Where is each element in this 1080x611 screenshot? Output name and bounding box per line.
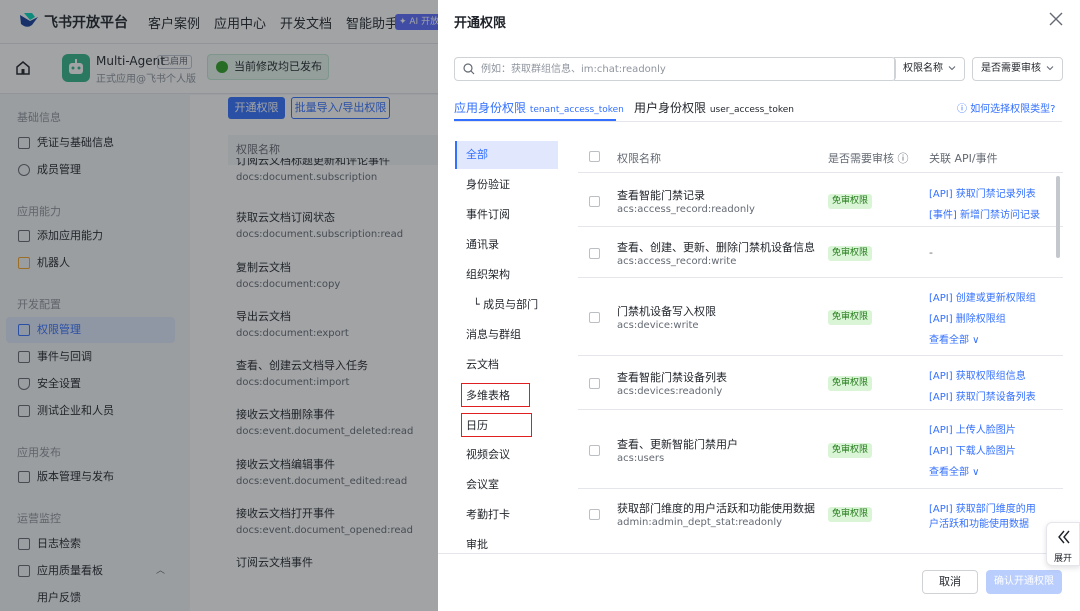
permission-code: acs:access_record:write xyxy=(617,256,737,267)
category-members-departments[interactable]: └ 成员与部门 xyxy=(455,291,558,319)
table-row: 查看智能门禁设备列表 acs:devices:readonly 免审权限 [AP… xyxy=(578,357,1063,410)
permission-name: 查看、更新智能门禁用户 xyxy=(617,438,738,451)
table-row: 查看智能门禁记录 acs:access_record:readonly 免审权限… xyxy=(578,175,1063,227)
review-select-value: 是否需要审核 xyxy=(981,63,1041,74)
api-link[interactable]: [API] 创建或更新权限组 xyxy=(929,289,1036,304)
row-checkbox[interactable] xyxy=(589,378,600,389)
category-org[interactable]: 组织架构 xyxy=(455,261,558,289)
permission-name: 查看智能门禁记录 xyxy=(617,189,705,202)
question-circle-icon[interactable]: ⓘ xyxy=(898,152,909,165)
permission-code: admin:admin_dept_stat:readonly xyxy=(617,517,783,528)
category-calendar[interactable]: 日历 xyxy=(461,413,532,437)
footer-divider xyxy=(438,553,1080,554)
api-link[interactable]: [API] 获取门禁记录列表 xyxy=(929,185,1036,200)
help-circle-icon: ⓘ xyxy=(957,104,967,115)
review-free-badge: 免审权限 xyxy=(828,507,873,522)
permission-code: acs:users xyxy=(617,453,665,464)
permission-name: 门禁机设备写入权限 xyxy=(617,305,716,318)
review-free-badge: 免审权限 xyxy=(828,376,873,391)
row-checkbox[interactable] xyxy=(589,445,600,456)
api-link[interactable]: [API] 下载人脸图片 xyxy=(929,442,1016,457)
table-row: 查看、创建、更新、删除门禁机设备信息 acs:access_record:wri… xyxy=(578,228,1063,278)
chevron-down-icon xyxy=(948,66,956,71)
api-link-continued[interactable]: 户活跃和功能使用数据 xyxy=(929,515,1029,530)
scope-select[interactable]: 权限名称 xyxy=(894,57,965,81)
search-icon xyxy=(463,63,475,75)
row-checkbox[interactable] xyxy=(589,509,600,520)
active-tab-indicator xyxy=(454,119,616,121)
category-attendance[interactable]: 考勤打卡 xyxy=(455,501,558,529)
permission-code: acs:device:write xyxy=(617,320,699,331)
help-link[interactable]: ⓘ 如何选择权限类型? xyxy=(957,100,1056,115)
api-link[interactable]: [API] 获取门禁设备列表 xyxy=(929,388,1036,403)
review-free-badge: 免审权限 xyxy=(828,246,873,261)
permission-name: 获取部门维度的用户活跃和功能使用数据 xyxy=(617,502,815,515)
expand-button[interactable]: 展开 xyxy=(1046,522,1080,566)
close-icon[interactable] xyxy=(1049,12,1063,26)
row-checkbox[interactable] xyxy=(589,196,600,207)
tab-label: 应用身份权限 xyxy=(454,101,527,115)
column-review: 是否需要审核 ⓘ xyxy=(828,150,909,166)
cancel-button[interactable]: 取消 xyxy=(922,570,978,594)
tab-tenant-permission[interactable]: 应用身份权限 tenant_access_token xyxy=(454,99,624,116)
permission-code: acs:devices:readonly xyxy=(617,386,723,397)
api-link[interactable]: [API] 获取权限组信息 xyxy=(929,367,1026,382)
select-all-checkbox[interactable] xyxy=(589,151,600,162)
column-api: 关联 API/事件 xyxy=(929,152,998,165)
search-box xyxy=(454,57,896,81)
tab-sublabel: tenant_access_token xyxy=(529,105,624,115)
drawer-title: 开通权限 xyxy=(454,16,507,31)
view-all-link[interactable]: 查看全部 ∨ xyxy=(929,331,980,346)
permission-name: 查看智能门禁设备列表 xyxy=(617,371,727,384)
category-event-subscription[interactable]: 事件订阅 xyxy=(455,201,558,229)
column-review-label: 是否需要审核 xyxy=(828,152,894,165)
row-checkbox[interactable] xyxy=(589,312,600,323)
api-link[interactable]: [API] 上传人脸图片 xyxy=(929,421,1016,436)
category-video-meeting[interactable]: 视频会议 xyxy=(455,441,558,469)
table-scrollbar[interactable] xyxy=(1056,176,1060,258)
permission-table-header: 权限名称 是否需要审核 ⓘ 关联 API/事件 xyxy=(578,141,1063,173)
event-link[interactable]: [事件] 新增门禁访问记录 xyxy=(929,206,1040,221)
no-api-placeholder: - xyxy=(929,246,933,259)
view-all-link[interactable]: 查看全部 ∨ xyxy=(929,463,980,478)
help-link-text: 如何选择权限类型? xyxy=(970,104,1056,115)
category-contacts[interactable]: 通讯录 xyxy=(455,231,558,259)
table-row: 门禁机设备写入权限 acs:device:write 免审权限 [API] 创建… xyxy=(578,279,1063,356)
expand-label: 展开 xyxy=(1054,554,1073,564)
search-input[interactable] xyxy=(481,61,881,77)
category-approval[interactable]: 审批 xyxy=(455,531,558,559)
table-row: 查看、更新智能门禁用户 acs:users 免审权限 [API] 上传人脸图片 … xyxy=(578,411,1063,489)
category-cloud-docs[interactable]: 云文档 xyxy=(455,351,558,379)
tab-user-permission[interactable]: 用户身份权限 user_access_token xyxy=(634,99,794,116)
review-free-badge: 免审权限 xyxy=(828,194,873,209)
review-free-badge: 免审权限 xyxy=(828,310,873,325)
table-row: 获取部门维度的用户活跃和功能使用数据 admin:admin_dept_stat… xyxy=(578,490,1063,538)
confirm-open-permission-button[interactable]: 确认开通权限 xyxy=(986,570,1062,594)
tabs-divider xyxy=(454,121,1062,122)
category-auth[interactable]: 身份验证 xyxy=(455,171,558,199)
column-name: 权限名称 xyxy=(617,152,661,165)
category-meeting-room[interactable]: 会议室 xyxy=(455,471,558,499)
category-bitable[interactable]: 多维表格 xyxy=(461,383,530,407)
permission-drawer: 开通权限 权限名称 是否需要审核 应用身份权限 tenant_access_to… xyxy=(438,0,1080,611)
double-chevron-left-icon xyxy=(1058,530,1070,544)
permission-code: acs:access_record:readonly xyxy=(617,204,755,215)
tab-label: 用户身份权限 xyxy=(634,101,707,115)
row-checkbox[interactable] xyxy=(589,248,600,259)
review-free-badge: 免审权限 xyxy=(828,443,873,458)
category-all[interactable]: 全部 xyxy=(455,141,558,169)
modal-mask[interactable] xyxy=(0,0,438,611)
category-messaging[interactable]: 消息与群组 xyxy=(455,321,558,349)
api-link[interactable]: [API] 获取部门维度的用 xyxy=(929,500,1036,515)
api-link[interactable]: [API] 删除权限组 xyxy=(929,310,1006,325)
tab-sublabel: user_access_token xyxy=(709,105,794,115)
chevron-down-icon xyxy=(1046,66,1054,71)
scope-select-value: 权限名称 xyxy=(903,63,943,74)
review-select[interactable]: 是否需要审核 xyxy=(972,57,1063,81)
permission-name: 查看、创建、更新、删除门禁机设备信息 xyxy=(617,241,815,254)
